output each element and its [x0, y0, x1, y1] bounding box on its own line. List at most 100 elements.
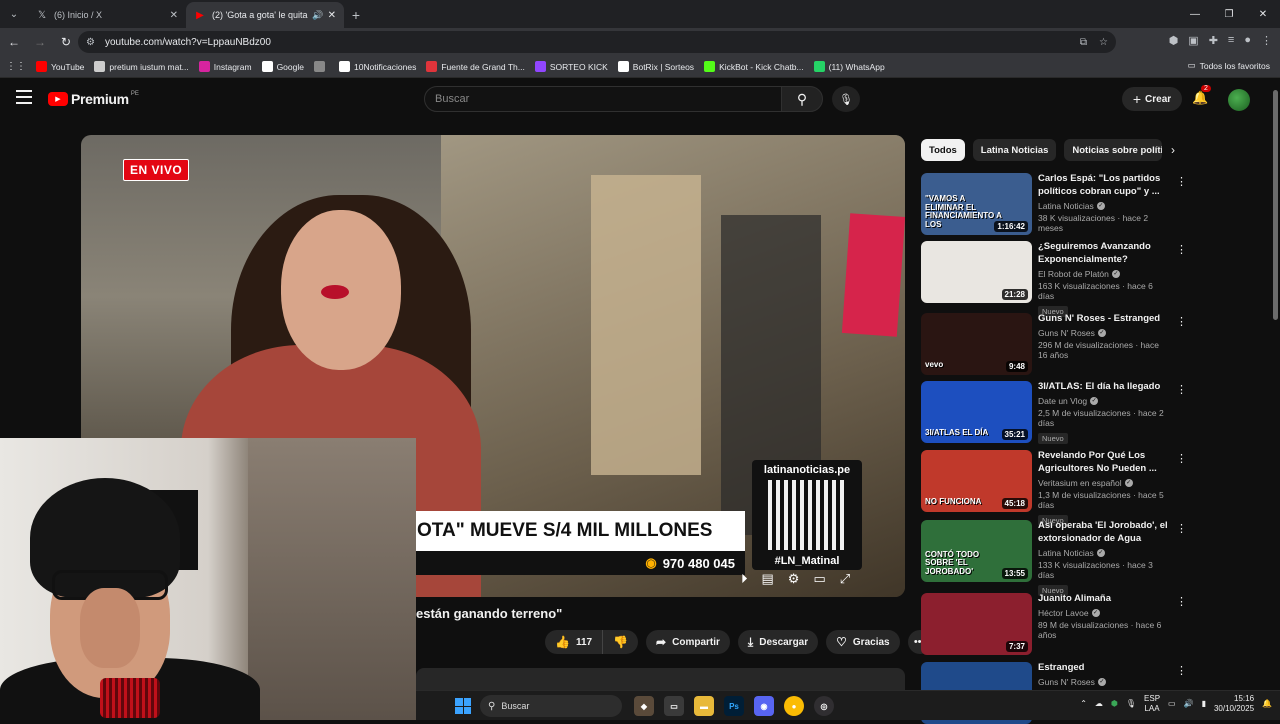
mic-tray-icon[interactable]: 🎙 — [1126, 699, 1136, 708]
fullscreen-icon[interactable]: ⤢ — [840, 571, 850, 587]
bookmark-item[interactable]: 10Notificaciones — [338, 61, 416, 72]
windows-start-icon[interactable] — [455, 698, 471, 714]
security-icon[interactable]: ⬢ — [1111, 699, 1118, 708]
chip-latina-noticias[interactable]: Latina Noticias — [972, 139, 1057, 161]
video-thumbnail[interactable]: 3I/ATLAS EL DÍA 35:21 — [921, 381, 1032, 443]
dislike-button[interactable]: 👎 — [603, 630, 638, 654]
recommendation-item[interactable]: vevo 9:48 Guns N' Roses - Estranged Guns N'… — [921, 313, 1191, 375]
clock[interactable]: 15:16 30/10/2025 — [1214, 694, 1254, 713]
like-button[interactable]: 👍 117 — [545, 630, 604, 654]
recommendation-item[interactable]: "VAMOS A ELIMINAR EL FINANCIAMIENTO A LO… — [921, 173, 1191, 235]
more-options-icon[interactable]: ⋮ — [1176, 664, 1187, 677]
more-options-icon[interactable]: ⋮ — [1176, 243, 1187, 256]
install-app-icon[interactable]: ⧉ — [1080, 37, 1087, 48]
channel-name[interactable]: Guns N' Roses ✓ — [1038, 677, 1168, 687]
channel-name[interactable]: El Robot de Platón ✓ — [1038, 269, 1168, 279]
recommendation-title[interactable]: Carlos Espá: "Los partidos políticos cob… — [1038, 173, 1168, 199]
create-button[interactable]: + Crear — [1122, 87, 1182, 111]
bookmark-item[interactable]: YouTube — [36, 61, 84, 72]
thanks-button[interactable]: ♡ Gracias — [826, 630, 900, 654]
photoshop-icon[interactable]: Ps — [724, 696, 744, 716]
tab-youtube-video[interactable]: ▶ (2) 'Gota a gota' le quita cli 🔊 ✕ — [186, 2, 344, 28]
extensions-puzzle-icon[interactable]: ✚ — [1209, 34, 1218, 47]
more-options-icon[interactable]: ⋮ — [1176, 315, 1187, 328]
microphone-icon[interactable]: 🎙 — [832, 86, 860, 112]
apps-grid-icon[interactable]: ⋮⋮ — [6, 61, 26, 72]
bookmark-star-icon[interactable]: ☆ — [1099, 37, 1108, 48]
close-tab-icon[interactable]: ✕ — [328, 10, 336, 21]
forward-arrow-icon[interactable]: → — [28, 30, 52, 54]
bookmark-item[interactable]: Google — [261, 61, 304, 72]
taskbar-search[interactable]: ⚲ Buscar — [480, 695, 622, 717]
notifications-bell-icon[interactable]: 🔔 2 — [1192, 85, 1211, 106]
channel-name[interactable]: Latina Noticias ✓ — [1038, 201, 1168, 211]
bookmark-item[interactable]: Fuente de Grand Th... — [426, 61, 525, 72]
onedrive-icon[interactable]: ☁ — [1095, 699, 1103, 708]
back-arrow-icon[interactable]: ← — [2, 30, 26, 54]
close-tab-icon[interactable]: ✕ — [170, 10, 178, 21]
reload-icon[interactable]: ↻ — [54, 30, 78, 54]
recommendation-item[interactable]: 21:28 ¿Seguiremos Avanzando Exponencialme… — [921, 241, 1191, 317]
video-thumbnail[interactable]: CONTÓ TODO SOBRE 'EL JOROBADO' 13:55 — [921, 520, 1032, 582]
recommendation-item[interactable]: CONTÓ TODO SOBRE 'EL JOROBADO' 13:55 Así o… — [921, 520, 1191, 596]
all-bookmarks-folder[interactable]: ▭ Todos los favoritos — [1188, 60, 1270, 71]
more-options-icon[interactable]: ⋮ — [1176, 595, 1187, 608]
channel-name[interactable]: Veritasium en español ✓ — [1038, 478, 1168, 488]
recommendation-title[interactable]: Guns N' Roses - Estranged — [1038, 313, 1168, 326]
search-icon[interactable]: ⚲ — [781, 86, 823, 112]
audio-icon[interactable]: 🔊 — [312, 10, 323, 21]
video-thumbnail[interactable]: vevo 9:48 — [921, 313, 1032, 375]
recommendation-item[interactable]: NO FUNCIONA 45:18 Revelando Por Qué Los Ag… — [921, 450, 1191, 526]
bookmark-item[interactable] — [313, 61, 329, 72]
chevron-right-icon[interactable]: › — [1164, 141, 1182, 159]
tab-inicio-x[interactable]: 𝕏 (6) Inicio / X ✕ — [28, 2, 186, 28]
subtitles-icon[interactable]: ▤ — [762, 571, 774, 587]
recommendation-title[interactable]: Juanito Alimaña — [1038, 593, 1168, 606]
obs-icon[interactable]: ◎ — [814, 696, 834, 716]
youtube-logo[interactable]: ▶ Premium PE — [48, 91, 139, 107]
recommendation-title[interactable]: ¿Seguiremos Avanzando Exponencialmente? — [1038, 241, 1168, 267]
extension-icon[interactable]: ▣ — [1188, 34, 1198, 47]
page-scrollbar[interactable] — [1270, 80, 1280, 690]
bookmark-item[interactable]: KickBot - Kick Chatb... — [704, 61, 804, 72]
share-button[interactable]: ➦ Compartir — [646, 630, 730, 654]
scrollbar-thumb[interactable] — [1273, 90, 1278, 320]
minimize-icon[interactable]: — — [1178, 0, 1212, 28]
more-options-icon[interactable]: ⋮ — [1176, 383, 1187, 396]
media-control-icon[interactable]: ≡ — [1228, 34, 1234, 47]
description-box[interactable] — [416, 668, 905, 690]
bookmark-item[interactable]: (11) WhatsApp — [813, 61, 885, 72]
new-tab-button[interactable]: + — [344, 2, 368, 28]
chip-noticias-politica[interactable]: Noticias sobre política — [1064, 139, 1163, 161]
bookmark-item[interactable]: pretium iustum mat... — [94, 61, 189, 72]
site-info-icon[interactable]: ⚙ — [86, 37, 95, 48]
extension-icon[interactable]: ⬢ — [1169, 34, 1179, 47]
channel-name[interactable]: Latina Noticias ✓ — [1038, 548, 1168, 558]
channel-name[interactable]: Héctor Lavoe ✓ — [1038, 608, 1168, 618]
more-options-icon[interactable]: ⋮ — [1176, 175, 1187, 188]
recommendation-title[interactable]: Revelando Por Qué Los Agricultores No Pu… — [1038, 450, 1168, 476]
notifications-icon[interactable]: 🔔 — [1262, 699, 1272, 708]
download-button[interactable]: ⤓ Descargar — [737, 630, 819, 654]
avatar[interactable] — [1228, 89, 1250, 111]
task-view-icon[interactable]: ▭ — [664, 696, 684, 716]
address-bar[interactable]: ⚙ youtube.com/watch?v=LppauNBdz00 ⧉ ☆ — [78, 31, 1116, 53]
menu-icon[interactable] — [16, 90, 32, 104]
file-explorer-icon[interactable]: ▬ — [694, 696, 714, 716]
channel-name[interactable]: Guns N' Roses ✓ — [1038, 328, 1168, 338]
volume-icon[interactable]: 🔊 — [1184, 699, 1194, 708]
chip-todos[interactable]: Todos — [921, 139, 965, 161]
discord-icon[interactable]: ◉ — [754, 696, 774, 716]
bookmark-item[interactable]: SORTEO KICK — [534, 61, 608, 72]
recommendation-item[interactable]: 7:37 Juanito Alimaña Héctor Lavoe ✓ 89 M de … — [921, 593, 1191, 655]
chrome-icon[interactable]: ● — [784, 696, 804, 716]
video-thumbnail[interactable]: "VAMOS A ELIMINAR EL FINANCIAMIENTO A LO… — [921, 173, 1032, 235]
network-icon[interactable]: ▭ — [1168, 699, 1176, 708]
more-options-icon[interactable]: ⋮ — [1176, 452, 1187, 465]
restore-icon[interactable]: ❐ — [1212, 0, 1246, 28]
recommendation-title[interactable]: 3I/ATLAS: El día ha llegado — [1038, 381, 1168, 394]
video-thumbnail[interactable]: 7:37 — [921, 593, 1032, 655]
recommendation-title[interactable]: Así operaba 'El Jorobado', el extorsiona… — [1038, 520, 1168, 546]
video-thumbnail[interactable]: NO FUNCIONA 45:18 — [921, 450, 1032, 512]
language-indicator[interactable]: ESP LAA — [1144, 694, 1160, 712]
